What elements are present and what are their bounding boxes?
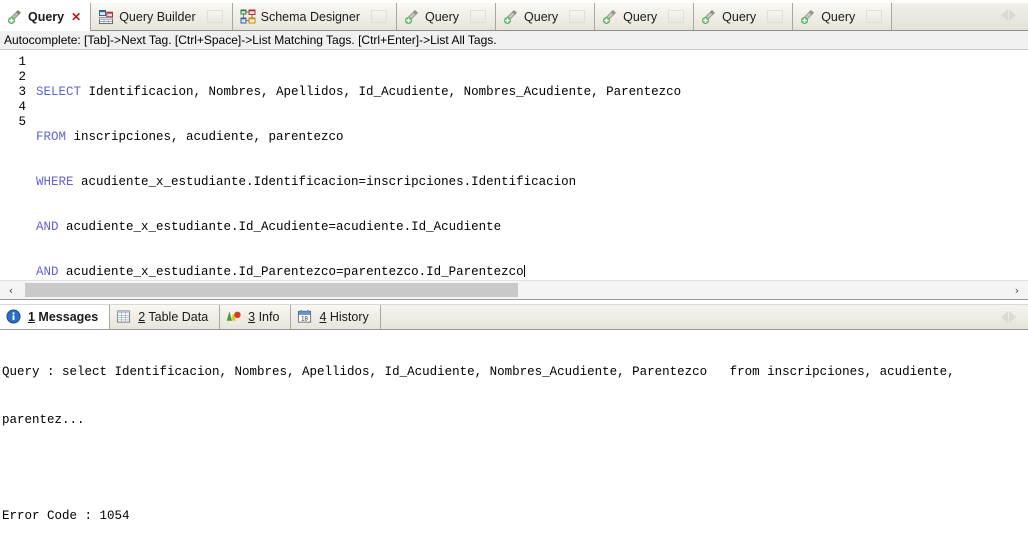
sql-editor[interactable]: 1 2 3 4 5 SELECT Identificacion, Nombres… — [0, 50, 1028, 299]
query-builder-icon — [98, 9, 114, 25]
close-icon[interactable]: ✕ — [71, 11, 81, 23]
calendar-icon: 18 — [297, 309, 313, 325]
sql-keyword: AND — [36, 265, 59, 279]
svg-text:18: 18 — [302, 315, 309, 322]
messages-output[interactable]: Query : select Identificacion, Nombres, … — [0, 330, 1028, 547]
line-number-gutter: 1 2 3 4 5 — [0, 55, 29, 299]
sql-keyword: SELECT — [36, 85, 82, 99]
tab-close-placeholder — [470, 10, 487, 23]
sql-editor-area[interactable]: 1 2 3 4 5 SELECT Identificacion, Nombres… — [0, 50, 1028, 299]
scroll-left-icon[interactable] — [1000, 9, 1008, 21]
tab-text: Table Data — [145, 310, 209, 324]
tab-label-table-data: 2 Table Data — [138, 310, 208, 324]
scrollbar-track[interactable] — [22, 281, 1006, 300]
sql-text: Identificacion, Nombres, Apellidos, Id_A… — [81, 85, 682, 99]
tab-schema-designer[interactable]: Schema Designer — [232, 3, 397, 30]
tab-label: Query — [524, 9, 559, 24]
line-number: 5 — [18, 115, 26, 129]
scroll-left-button[interactable]: ‹ — [0, 281, 22, 300]
query-icon — [602, 9, 618, 25]
tab-messages[interactable]: 1 Messages — [0, 305, 111, 329]
tab-close-placeholder — [569, 10, 586, 23]
sql-keyword: WHERE — [36, 175, 74, 189]
line-number: 3 — [18, 85, 26, 99]
results-tab-bar: 1 Messages 2 Table Data 3 Info 18 4 Hist… — [0, 305, 1028, 330]
query-icon — [701, 9, 717, 25]
tab-scroll-arrows[interactable] — [988, 0, 1028, 30]
scroll-right-icon[interactable] — [1008, 9, 1016, 21]
info-circle-icon — [6, 309, 22, 325]
tab-label: Query — [623, 9, 658, 24]
tab-text: Messages — [34, 310, 99, 324]
message-line: Query : select Identificacion, Nombres, … — [2, 365, 955, 379]
tab-query-1[interactable]: Query ✕ — [0, 3, 92, 31]
query-icon — [503, 9, 519, 25]
tab-query-2[interactable]: Query — [397, 3, 497, 30]
tab-label: Query — [821, 9, 856, 24]
tab-close-placeholder — [668, 10, 685, 23]
tab-text: History — [326, 310, 369, 324]
query-icon — [404, 9, 420, 25]
tab-label: Query — [28, 9, 65, 24]
message-line: parentez... — [2, 413, 85, 427]
sql-keyword: AND — [36, 220, 59, 234]
tab-query-5[interactable]: Query — [694, 3, 794, 30]
message-line-error-code: Error Code : 1054 — [2, 509, 130, 523]
access-key: 1 — [28, 310, 35, 324]
tab-label-history: 4 History — [319, 310, 368, 324]
sql-text: inscripciones, acudiente, parentezco — [66, 130, 344, 144]
sql-text: acudiente_x_estudiante.Id_Parentezco=par… — [58, 265, 524, 279]
query-icon — [7, 9, 23, 25]
tab-close-placeholder — [767, 10, 784, 23]
code-line: FROM inscripciones, acudiente, parentezc… — [36, 130, 1028, 145]
code-line: AND acudiente_x_estudiante.Id_Parentezco… — [36, 265, 1028, 280]
code-line: SELECT Identificacion, Nombres, Apellido… — [36, 85, 1028, 100]
tab-close-placeholder — [371, 10, 387, 23]
sql-text: acudiente_x_estudiante.Id_Acudiente=acud… — [58, 220, 502, 234]
scroll-left-icon[interactable] — [1000, 311, 1008, 323]
tab-close-placeholder — [866, 10, 883, 23]
tab-text: Info — [255, 310, 280, 324]
code-line: AND acudiente_x_estudiante.Id_Acudiente=… — [36, 220, 1028, 235]
tab-label: Query — [425, 9, 460, 24]
tab-label: Schema Designer — [260, 9, 360, 24]
chart-icon — [226, 309, 242, 325]
tab-query-4[interactable]: Query — [595, 3, 695, 30]
code-line: WHERE acudiente_x_estudiante.Identificac… — [36, 175, 1028, 190]
line-number: 1 — [18, 55, 26, 69]
tab-close-placeholder — [206, 10, 223, 23]
text-caret — [523, 265, 525, 277]
sql-text: acudiente_x_estudiante.Identificacion=in… — [73, 175, 577, 189]
tab-table-data[interactable]: 2 Table Data — [110, 305, 221, 329]
tab-label: Query — [722, 9, 757, 24]
tab-history[interactable]: 18 4 History — [291, 305, 381, 329]
tab-info[interactable]: 3 Info — [220, 305, 292, 329]
autocomplete-hint-bar: Autocomplete: [Tab]->Next Tag. [Ctrl+Spa… — [0, 31, 1028, 50]
query-icon — [800, 9, 816, 25]
tab-label: Query Builder — [119, 9, 196, 24]
tab-query-builder[interactable]: Query Builder — [91, 3, 233, 30]
line-number: 4 — [18, 100, 26, 114]
tab-query-6[interactable]: Query — [793, 3, 893, 30]
tab-label-messages: 1 Messages — [28, 310, 98, 324]
results-tab-scroll-arrows[interactable] — [988, 305, 1028, 329]
scrollbar-thumb[interactable] — [25, 282, 518, 297]
line-number: 2 — [18, 70, 26, 84]
schema-designer-icon — [240, 9, 256, 25]
editor-horizontal-scrollbar[interactable]: ‹ › — [0, 280, 1028, 299]
sql-keyword: FROM — [36, 130, 67, 144]
sql-code[interactable]: SELECT Identificacion, Nombres, Apellido… — [29, 55, 1028, 299]
grid-icon — [116, 309, 132, 325]
editor-tab-bar: Query ✕ Query Builder Schema Designer Qu… — [0, 0, 1028, 31]
tab-label-info: 3 Info — [248, 310, 279, 324]
tab-query-3[interactable]: Query — [496, 3, 596, 30]
scroll-right-button[interactable]: › — [1006, 281, 1028, 300]
scroll-right-icon[interactable] — [1008, 311, 1016, 323]
